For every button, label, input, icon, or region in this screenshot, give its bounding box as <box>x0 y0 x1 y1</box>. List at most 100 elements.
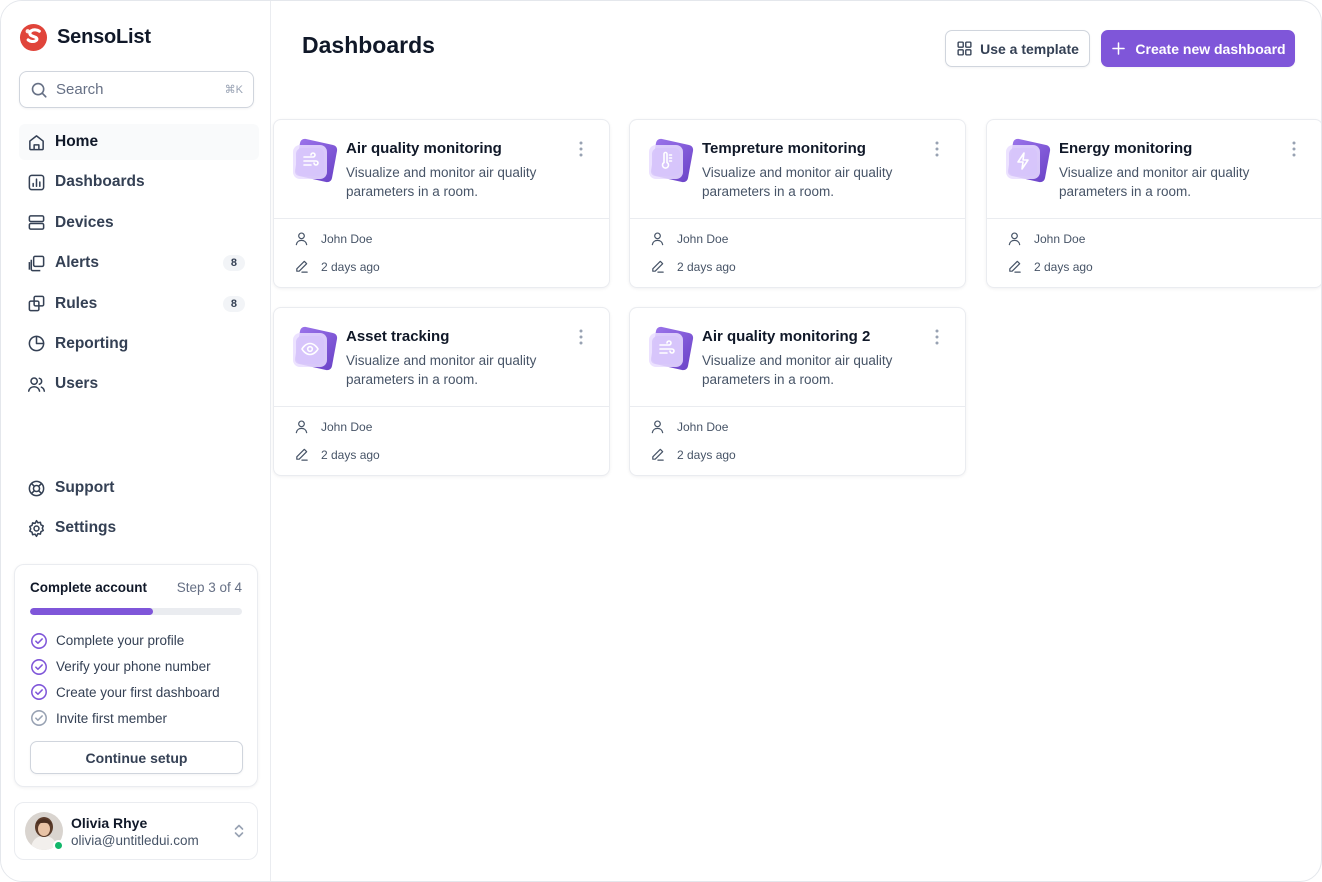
setup-step-label: Create your first dashboard <box>56 684 220 700</box>
life-buoy-icon <box>28 480 45 496</box>
setup-step[interactable]: Complete your profile <box>30 628 242 654</box>
dashboard-description: Visualize and monitor air quality parame… <box>702 165 893 199</box>
nav-item-settings[interactable]: Settings <box>19 510 259 546</box>
setup-step[interactable]: Create your first dashboard <box>30 680 242 706</box>
dashboard-updated: 2 days ago <box>294 259 380 274</box>
nav-item-label: Dashboards <box>55 173 145 191</box>
dashboard-description: Visualize and monitor air quality parame… <box>346 165 537 199</box>
edit-icon <box>1009 260 1021 273</box>
eye-icon <box>293 326 338 371</box>
brand[interactable]: SensoList <box>19 23 151 52</box>
setup-step[interactable]: Verify your phone number <box>30 654 242 680</box>
nav-item-dashboards[interactable]: Dashboards <box>19 164 259 200</box>
check-circle-icon <box>31 632 47 649</box>
create-dashboard-button[interactable]: Create new dashboard <box>1101 30 1295 67</box>
dashboard-card[interactable]: Air quality monitoring Visualize and moni… <box>273 119 610 288</box>
use-template-button[interactable]: Use a template <box>945 30 1090 67</box>
alerts-count-badge: 8 <box>222 255 245 272</box>
dashboard-updated: 2 days ago <box>650 259 736 274</box>
nav-item-label: Reporting <box>55 334 129 352</box>
complete-account-card: Complete account Step 3 of 4 Complete yo… <box>14 564 258 787</box>
stack-icon <box>28 295 45 312</box>
create-dashboard-label: Create new dashboard <box>1135 40 1286 57</box>
server-icon <box>28 215 45 231</box>
brand-logo-icon <box>19 23 48 52</box>
dashboard-card[interactable]: Asset tracking Visualize and monitor air … <box>273 307 610 476</box>
lightning-icon <box>1006 138 1051 183</box>
brand-name: SensoList <box>57 26 151 48</box>
home-icon <box>29 134 44 150</box>
edit-icon <box>296 260 308 273</box>
dashboard-description: Visualize and monitor air quality parame… <box>1059 165 1250 199</box>
nav-item-devices[interactable]: Devices <box>19 205 259 241</box>
nav-item-label: Rules <box>55 294 98 312</box>
nav-item-reporting[interactable]: Reporting <box>19 326 259 362</box>
nav-item-alerts[interactable]: Alerts 8 <box>19 245 259 281</box>
user-email: olivia@untitledui.com <box>71 832 199 848</box>
search-input[interactable]: Search ⌘K <box>19 71 254 108</box>
more-vertical-icon[interactable] <box>1286 140 1302 158</box>
thermometer-icon <box>649 138 694 183</box>
grid-icon <box>957 41 972 56</box>
bar-chart-icon <box>28 174 45 191</box>
nav-item-users[interactable]: Users <box>19 366 259 402</box>
check-circle-icon <box>31 658 47 675</box>
author-name: John Doe <box>321 231 373 246</box>
user-icon <box>651 232 664 246</box>
author-name: John Doe <box>677 419 729 434</box>
nav-item-rules[interactable]: Rules 8 <box>19 286 259 322</box>
dashboard-author: John Doe <box>1007 231 1085 246</box>
account-switcher[interactable]: Olivia Rhye olivia@untitledui.com <box>14 802 258 860</box>
search-shortcut: ⌘K <box>224 84 243 96</box>
dashboard-card[interactable]: Tempreture monitoring Visualize and monit… <box>629 119 966 288</box>
use-template-label: Use a template <box>980 40 1079 57</box>
dashboard-author: John Doe <box>650 231 728 246</box>
more-vertical-icon[interactable] <box>573 140 589 158</box>
updated-time: 2 days ago <box>321 447 380 462</box>
more-vertical-icon[interactable] <box>929 328 945 346</box>
dashboard-updated: 2 days ago <box>1007 259 1093 274</box>
dashboard-description: Visualize and monitor air quality parame… <box>702 353 893 387</box>
chevron-selector-icon[interactable] <box>231 823 247 839</box>
wind-icon <box>293 138 338 183</box>
setup-step-label: Verify your phone number <box>56 659 211 675</box>
search-icon <box>31 82 47 98</box>
more-vertical-icon[interactable] <box>573 328 589 346</box>
dashboard-author: John Doe <box>294 231 372 246</box>
dashboard-title: Energy monitoring <box>1059 140 1193 157</box>
edit-icon <box>652 260 664 273</box>
dashboard-updated: 2 days ago <box>650 447 736 462</box>
dashboard-title: Tempreture monitoring <box>702 140 866 157</box>
page-title: Dashboards <box>302 32 435 58</box>
dashboard-title: Asset tracking <box>346 328 450 345</box>
users-icon <box>27 377 46 392</box>
continue-setup-button[interactable]: Continue setup <box>30 741 243 775</box>
nav-item-home[interactable]: Home <box>19 124 259 160</box>
dashboard-author: John Doe <box>650 419 728 434</box>
setup-step-label: Invite first member <box>56 710 168 726</box>
updated-time: 2 days ago <box>1034 259 1093 274</box>
author-name: John Doe <box>677 231 729 246</box>
nav-item-support[interactable]: Support <box>19 470 259 506</box>
author-name: John Doe <box>1034 231 1086 246</box>
user-name: Olivia Rhye <box>71 814 148 831</box>
dashboard-author: John Doe <box>294 419 372 434</box>
more-vertical-icon[interactable] <box>929 140 945 158</box>
setup-progress-bar <box>30 608 242 615</box>
dashboard-card[interactable]: Air quality monitoring 2 Visualize and mo… <box>629 307 966 476</box>
updated-time: 2 days ago <box>321 259 380 274</box>
setup-step[interactable]: Invite first member <box>30 705 242 731</box>
dashboard-card[interactable]: Energy monitoring Visualize and monitor a… <box>986 119 1321 288</box>
setup-step-label: Complete your profile <box>56 633 185 649</box>
dashboard-title: Air quality monitoring <box>346 140 502 157</box>
user-icon <box>651 420 664 434</box>
pie-chart-icon <box>28 336 45 352</box>
updated-time: 2 days ago <box>677 447 736 462</box>
dashboard-title: Air quality monitoring 2 <box>702 328 871 345</box>
dashboard-updated: 2 days ago <box>294 447 380 462</box>
user-icon <box>295 420 308 434</box>
secondary-nav: Support Settings <box>19 470 259 551</box>
plus-icon <box>1112 42 1126 55</box>
nav-item-label: Users <box>55 375 99 393</box>
nav-item-label: Settings <box>55 519 117 537</box>
